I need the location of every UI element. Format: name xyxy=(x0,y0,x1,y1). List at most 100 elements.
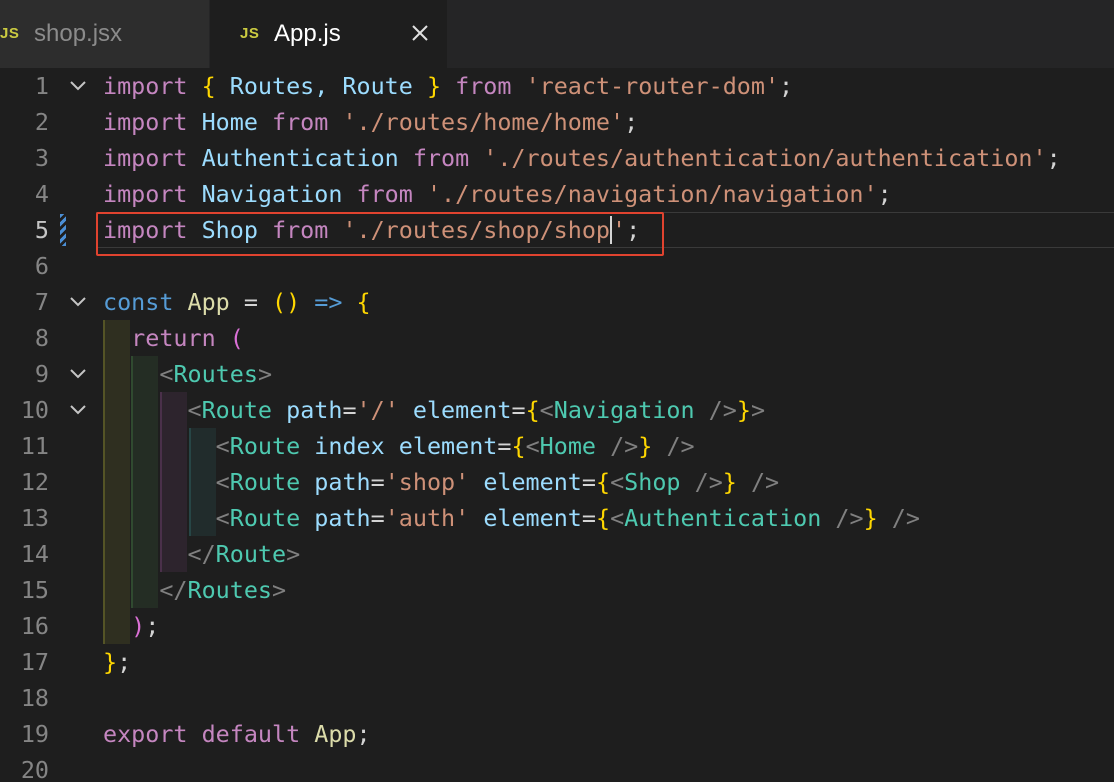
code-token: Route xyxy=(215,540,287,568)
line-number: 4 xyxy=(34,180,49,208)
code-line-text[interactable]: <Route path='shop' element={<Shop />} /> xyxy=(103,464,779,500)
code-line-text[interactable]: import Navigation from './routes/navigat… xyxy=(103,176,892,212)
line-number: 13 xyxy=(20,504,49,532)
code-token: return xyxy=(131,324,216,352)
code-token: Routes xyxy=(173,360,258,388)
code-token: = xyxy=(370,468,385,496)
code-token: ; xyxy=(877,180,892,208)
code-line-text[interactable]: return ( xyxy=(103,320,244,356)
code-token: ) xyxy=(131,612,146,640)
code-token: { xyxy=(356,288,371,316)
code-line-text[interactable]: import Home from './routes/home/home'; xyxy=(103,104,638,140)
line-number: 1 xyxy=(34,72,49,100)
code-line-text[interactable]: <Route path='/' element={<Navigation />}… xyxy=(103,392,766,428)
code-token: ; xyxy=(779,72,794,100)
close-tab-icon[interactable] xyxy=(410,23,430,43)
code-token: Home xyxy=(539,432,596,460)
code-token: ; xyxy=(624,108,639,136)
code-line-text[interactable]: <Route index element={<Home />} /> xyxy=(103,428,695,464)
tab-shop-jsx[interactable]: JS shop.jsx xyxy=(0,0,210,68)
code-line-text[interactable]: import Authentication from './routes/aut… xyxy=(103,140,1061,176)
code-line[interactable]: 14 </Route> xyxy=(0,536,1114,572)
fold-chevron-down-icon[interactable] xyxy=(68,401,88,419)
code-token: Shop xyxy=(624,468,681,496)
code-line-text[interactable]: </Route> xyxy=(103,536,301,572)
code-line[interactable]: 20 xyxy=(0,752,1114,782)
code-token: { xyxy=(511,432,526,460)
code-line-text[interactable]: const App = () => { xyxy=(103,284,371,320)
line-number: 12 xyxy=(20,468,49,496)
code-line[interactable]: 8 return ( xyxy=(0,320,1114,356)
line-number: 3 xyxy=(34,144,49,172)
fold-chevron-down-icon[interactable] xyxy=(68,365,88,383)
code-line[interactable]: 9 <Routes> xyxy=(0,356,1114,392)
code-editor[interactable]: JS shop.jsx JS App.js 1 import { Routes, … xyxy=(0,0,1114,782)
code-token: element xyxy=(398,432,498,460)
code-line[interactable]: 17}; xyxy=(0,644,1114,680)
code-line[interactable]: 19 export default App; xyxy=(0,716,1114,752)
code-token: ( xyxy=(229,324,244,352)
line-number: 8 xyxy=(34,324,49,352)
fold-chevron-down-icon[interactable] xyxy=(68,293,88,311)
code-line-text[interactable]: <Routes> xyxy=(103,356,272,392)
code-line-text[interactable]: </Routes> xyxy=(103,572,286,608)
code-token: > xyxy=(272,576,287,604)
code-token: < xyxy=(215,468,230,496)
line-number: 5 xyxy=(34,216,49,244)
code-token: /> xyxy=(666,432,695,460)
code-token: Routes, Route xyxy=(215,72,427,100)
code-line-text[interactable]: <Route path='auth' element={<Authenticat… xyxy=(103,500,920,536)
code-line[interactable]: 2 import Home from './routes/home/home'; xyxy=(0,104,1114,140)
code-line-text[interactable]: ); xyxy=(103,608,159,644)
code-line-text[interactable]: export default App; xyxy=(103,716,371,752)
code-token: from xyxy=(272,108,329,136)
code-token: import xyxy=(103,144,188,172)
code-token: = xyxy=(581,468,596,496)
code-token: './routes/authentication/authentication' xyxy=(483,144,1047,172)
line-number: 18 xyxy=(20,684,49,712)
code-token: } xyxy=(736,396,751,424)
code-line[interactable]: 4 import Navigation from './routes/naviga… xyxy=(0,176,1114,212)
code-token: Navigation xyxy=(553,396,695,424)
code-line[interactable]: 13 <Route path='auth' element={<Authenti… xyxy=(0,500,1114,536)
code-token: ; xyxy=(145,612,160,640)
code-line[interactable]: 12 <Route path='shop' element={<Shop />}… xyxy=(0,464,1114,500)
code-line[interactable]: 16 ); xyxy=(0,608,1114,644)
code-token: < xyxy=(159,360,174,388)
code-line[interactable]: 10 <Route path='/' element={<Navigation … xyxy=(0,392,1114,428)
code-token: /> xyxy=(891,504,920,532)
line-number: 17 xyxy=(20,648,49,676)
editor-tab-bar: JS shop.jsx JS App.js xyxy=(0,0,1114,68)
code-token: { xyxy=(525,396,540,424)
code-token: < xyxy=(525,432,540,460)
code-line[interactable]: 18 xyxy=(0,680,1114,716)
code-line[interactable]: 15 </Routes> xyxy=(0,572,1114,608)
code-token: < xyxy=(215,504,230,532)
code-token: < xyxy=(187,396,202,424)
code-line[interactable]: 3 import Authentication from './routes/au… xyxy=(0,140,1114,176)
line-number: 10 xyxy=(20,396,49,424)
code-token: Route xyxy=(229,468,301,496)
code-line[interactable]: 11 <Route index element={<Home />} /> xyxy=(0,428,1114,464)
code-token: '/' xyxy=(356,396,399,424)
code-line[interactable]: 1 import { Routes, Route } from 'react-ro… xyxy=(0,68,1114,104)
code-line[interactable]: 7 const App = () => { xyxy=(0,284,1114,320)
fold-chevron-down-icon[interactable] xyxy=(68,77,88,95)
code-line-text[interactable]: }; xyxy=(103,644,131,680)
code-line-text[interactable]: import { Routes, Route } from 'react-rou… xyxy=(103,68,793,104)
code-area[interactable]: 1 import { Routes, Route } from 'react-ro… xyxy=(0,68,1114,782)
